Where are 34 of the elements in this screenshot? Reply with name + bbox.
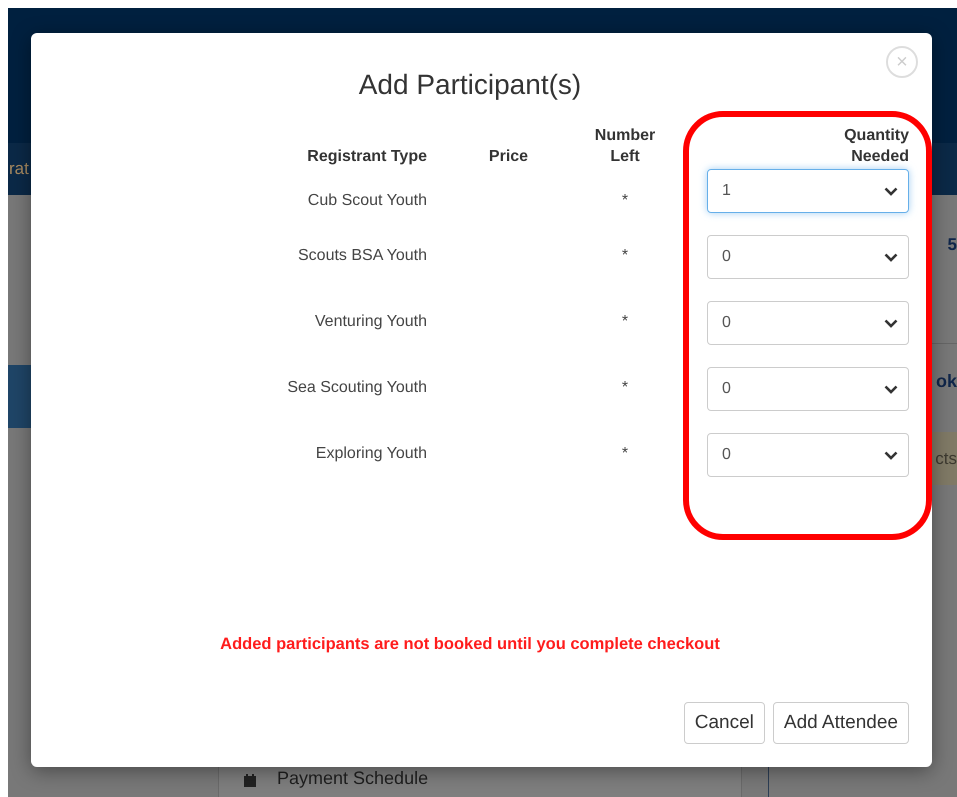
quantity-select[interactable]: 0: [707, 433, 909, 477]
nav-link-fragment: rat: [9, 159, 29, 179]
chevron-icon: [884, 450, 898, 460]
quantity-select[interactable]: 1: [707, 169, 909, 213]
registrant-type: Sea Scouting Youth: [286, 379, 427, 397]
menu-item[interactable]: Payment Schedule: [277, 768, 428, 789]
notice-fragment: cts: [935, 448, 957, 468]
column-header: Price: [488, 147, 530, 167]
checkout-notice: Added participants are not booked until you complete checkout: [220, 635, 720, 654]
chevron-icon: [884, 252, 898, 262]
cancel-button[interactable]: Cancel: [684, 702, 765, 744]
chevron-icon: [884, 318, 898, 328]
number-left: *: [620, 192, 630, 210]
number-left: *: [620, 313, 630, 331]
registrant-type: Cub Scout Youth: [306, 192, 427, 210]
modal-title: Add Participant(s): [358, 69, 582, 101]
chevron-icon: [884, 384, 898, 394]
number-left: *: [620, 247, 630, 265]
calendar-icon: [243, 774, 257, 788]
registrant-type: Exploring Youth: [314, 445, 427, 463]
chevron-icon: [884, 186, 898, 196]
number-left: *: [620, 445, 630, 463]
heading-fragment: ok: [936, 371, 957, 392]
quantity-select[interactable]: 0: [707, 235, 909, 279]
add-attendee-button[interactable]: Add Attendee: [772, 702, 909, 744]
registrant-type: Venturing Youth: [314, 313, 427, 331]
summary-fragment: 5: [948, 235, 957, 255]
quantity-select[interactable]: 0: [707, 301, 909, 345]
number-left: *: [620, 379, 630, 397]
quantity-select[interactable]: 0: [707, 367, 909, 411]
column-header: Number Left: [594, 126, 656, 167]
registrant-type: Scouts BSA Youth: [297, 247, 427, 265]
column-header: Quantity Needed: [843, 126, 909, 167]
column-header: Registrant Type: [306, 147, 427, 167]
